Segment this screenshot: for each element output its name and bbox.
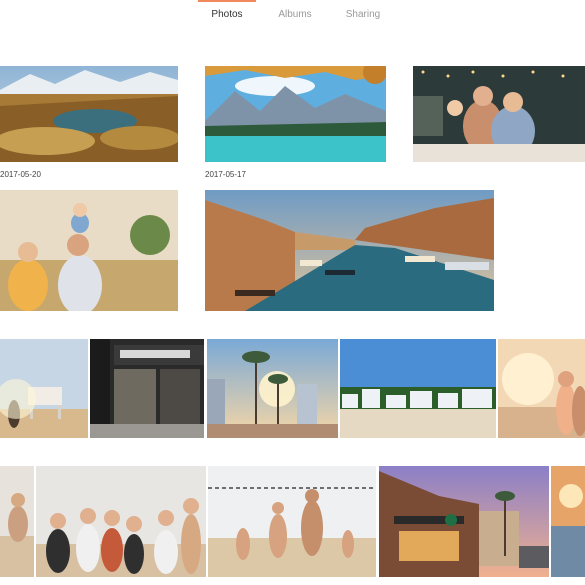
photo-beach-houses-palms[interactable] [340, 339, 496, 438]
date-label: 2017-05-20 [0, 170, 41, 179]
photo-mountain-lake-landscape[interactable] [0, 66, 178, 162]
photo-family-dinner-string-lights[interactable] [413, 66, 585, 162]
tab-photos[interactable]: Photos [198, 0, 256, 30]
top-tabs: Photos Albums Sharing [0, 0, 585, 30]
photo-starbucks-building-dusk[interactable] [379, 466, 549, 577]
photo-beach-friends-left[interactable] [0, 466, 34, 577]
date-label: 2017-05-17 [205, 170, 246, 179]
photo-couple-beach-sunset[interactable] [498, 339, 585, 438]
photo-starbucks-storefront[interactable] [90, 339, 204, 438]
photo-alpine-lake-pine-trees[interactable] [205, 66, 386, 162]
photo-sunset-road[interactable] [551, 466, 585, 577]
tab-sharing[interactable]: Sharing [334, 0, 392, 30]
tab-albums[interactable]: Albums [266, 0, 324, 30]
photo-father-child-on-shoulders[interactable] [0, 190, 178, 311]
photo-beach-friends-cheering[interactable] [36, 466, 206, 577]
photo-beach-volleyball-players[interactable] [208, 466, 376, 577]
photo-beach-lifeguard-tower[interactable] [0, 339, 88, 438]
photo-palm-trees-sunset-city[interactable] [207, 339, 338, 438]
photo-venice-canal-boats[interactable] [205, 190, 494, 311]
